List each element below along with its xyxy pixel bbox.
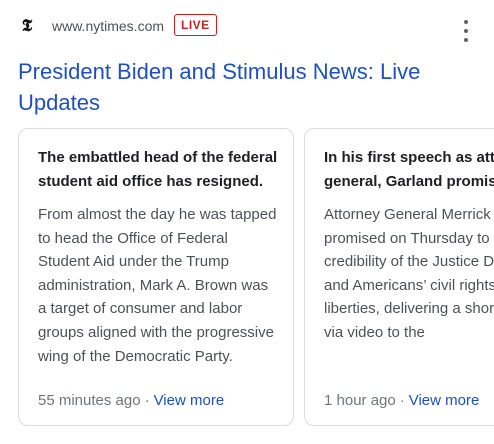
card-headline: In his first speech as attorney general,… [324, 149, 494, 190]
live-updates-carousel[interactable]: The embattled head of the federal studen… [18, 128, 494, 428]
card-body: Attorney General Merrick Garland promise… [324, 206, 494, 341]
footer-separator: · [144, 392, 150, 409]
footer-separator: · [399, 392, 405, 409]
card-timestamp: 55 minutes ago [38, 392, 141, 409]
menu-dot [464, 38, 468, 42]
card-footer: 1 hour ago · View more [324, 391, 479, 411]
nytimes-logo-icon[interactable]: 𝕿 [18, 16, 36, 36]
update-card[interactable]: The embattled head of the federal studen… [18, 128, 294, 426]
card-body: From almost the day he was tapped to hea… [38, 206, 277, 365]
source-domain[interactable]: www.nytimes.com [52, 17, 164, 35]
more-vert-icon[interactable] [456, 20, 476, 42]
view-more-link[interactable]: View more [409, 392, 480, 409]
menu-dot [464, 29, 468, 33]
card-footer: 55 minutes ago · View more [38, 391, 224, 411]
view-more-link[interactable]: View more [154, 392, 225, 409]
live-badge: LIVE [174, 14, 217, 36]
card-headline: The embattled head of the federal studen… [38, 149, 278, 190]
update-card[interactable]: In his first speech as attorney general,… [304, 128, 494, 426]
menu-dot [464, 20, 468, 24]
result-header: 𝕿 www.nytimes.com LIVE [0, 12, 494, 42]
result-title-link[interactable]: President Biden and Stimulus News: Live … [18, 56, 478, 118]
card-timestamp: 1 hour ago [324, 392, 396, 409]
